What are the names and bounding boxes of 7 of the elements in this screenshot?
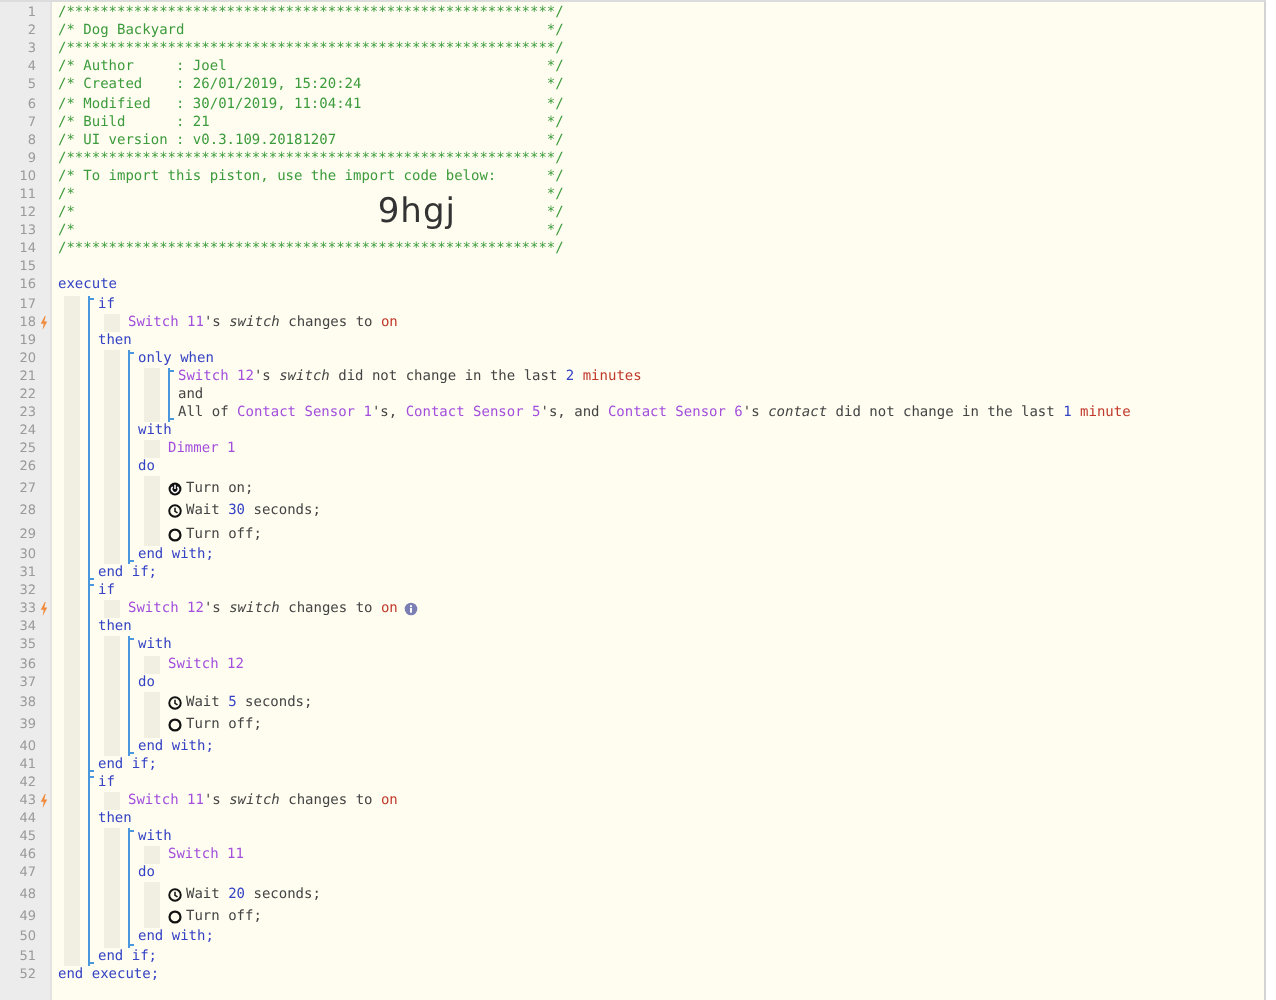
circle-icon <box>168 527 182 542</box>
power-icon <box>168 481 182 496</box>
clock-icon <box>168 887 182 902</box>
circle-icon <box>168 718 182 733</box>
circle-icon <box>168 910 182 925</box>
clock-icon <box>168 504 182 519</box>
clock-icon <box>168 695 182 710</box>
